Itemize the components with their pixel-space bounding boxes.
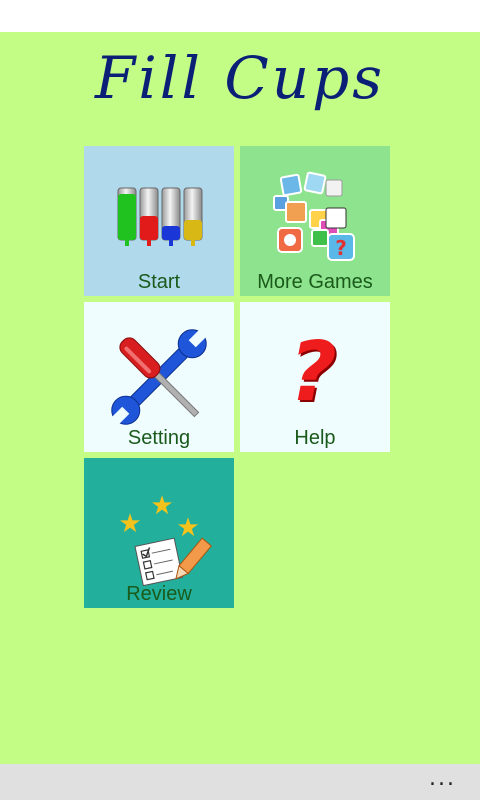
app-bar: ...	[0, 764, 480, 800]
svg-text:?: ?	[289, 325, 337, 420]
start-button[interactable]: Start	[84, 146, 234, 296]
svg-text:?: ?	[335, 236, 347, 260]
more-games-button[interactable]: ? More Games	[240, 146, 390, 296]
setting-label: Setting	[127, 427, 191, 449]
review-label: Review	[126, 583, 192, 605]
more-games-label: More Games	[257, 271, 373, 293]
svg-text:★: ★	[118, 509, 141, 539]
status-bar	[0, 0, 480, 32]
svg-text:★: ★	[176, 513, 199, 543]
help-button[interactable]: ? ? Help	[240, 302, 390, 452]
help-label: Help	[294, 427, 336, 449]
svg-text:★: ★	[150, 491, 173, 521]
review-button[interactable]: ★ ★ ★ Review	[84, 458, 234, 608]
more-options-button[interactable]: ...	[429, 766, 456, 791]
app-title: Fill Cups	[95, 44, 385, 112]
setting-button[interactable]: Setting	[84, 302, 234, 452]
start-label: Start	[137, 271, 181, 293]
main-screen: Fill Cups Start ? More Games Setting ? ?…	[0, 32, 480, 764]
